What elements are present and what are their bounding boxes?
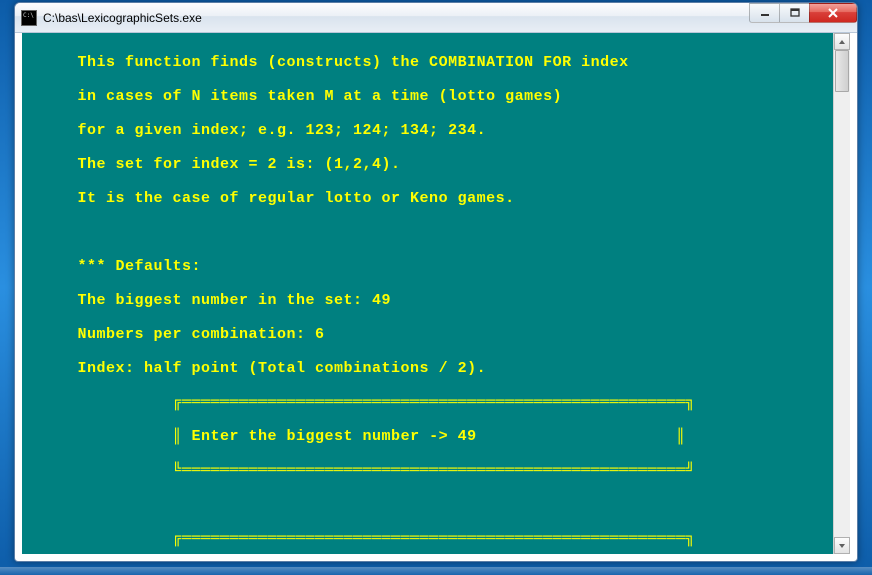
application-window: C:\bas\LexicographicSets.exe This functi… <box>14 2 858 562</box>
box1-top: ╔═══════════════════════════════════════… <box>22 394 833 411</box>
prompt-biggest: Enter the biggest number -> <box>192 428 458 445</box>
close-button[interactable] <box>809 3 857 23</box>
console-output[interactable]: This function finds (constructs) the COM… <box>22 33 833 554</box>
taskbar-edge <box>0 567 872 575</box>
scroll-track[interactable] <box>834 50 850 537</box>
titlebar[interactable]: C:\bas\LexicographicSets.exe <box>15 3 857 33</box>
maximize-button[interactable] <box>779 3 809 23</box>
scroll-up-button[interactable] <box>834 33 850 50</box>
vertical-scrollbar[interactable] <box>833 33 850 554</box>
box1-bot: ╚═══════════════════════════════════════… <box>22 462 833 479</box>
app-icon <box>21 10 37 26</box>
intro-line: It is the case of regular lotto or Keno … <box>22 190 833 207</box>
blank-line <box>22 224 833 241</box>
scroll-thumb[interactable] <box>835 50 849 92</box>
default-index: Index: half point (Total combinations / … <box>22 360 833 377</box>
scroll-down-button[interactable] <box>834 537 850 554</box>
defaults-header: *** Defaults: <box>22 258 833 275</box>
input-biggest[interactable]: 49 <box>458 428 477 445</box>
client-area: This function finds (constructs) the COM… <box>22 33 850 554</box>
blank-line <box>22 496 833 513</box>
intro-line: The set for index = 2 is: (1,2,4). <box>22 156 833 173</box>
box1-mid: ║ Enter the biggest number -> 49 ║ <box>22 428 833 445</box>
intro-line: This function finds (constructs) the COM… <box>22 54 833 71</box>
default-biggest: The biggest number in the set: 49 <box>22 292 833 309</box>
box2-top: ╔═══════════════════════════════════════… <box>22 530 833 547</box>
intro-line: for a given index; e.g. 123; 124; 134; 2… <box>22 122 833 139</box>
intro-line: in cases of N items taken M at a time (l… <box>22 88 833 105</box>
minimize-button[interactable] <box>749 3 779 23</box>
default-per-combo: Numbers per combination: 6 <box>22 326 833 343</box>
window-title: C:\bas\LexicographicSets.exe <box>43 11 857 25</box>
window-controls <box>749 3 857 23</box>
